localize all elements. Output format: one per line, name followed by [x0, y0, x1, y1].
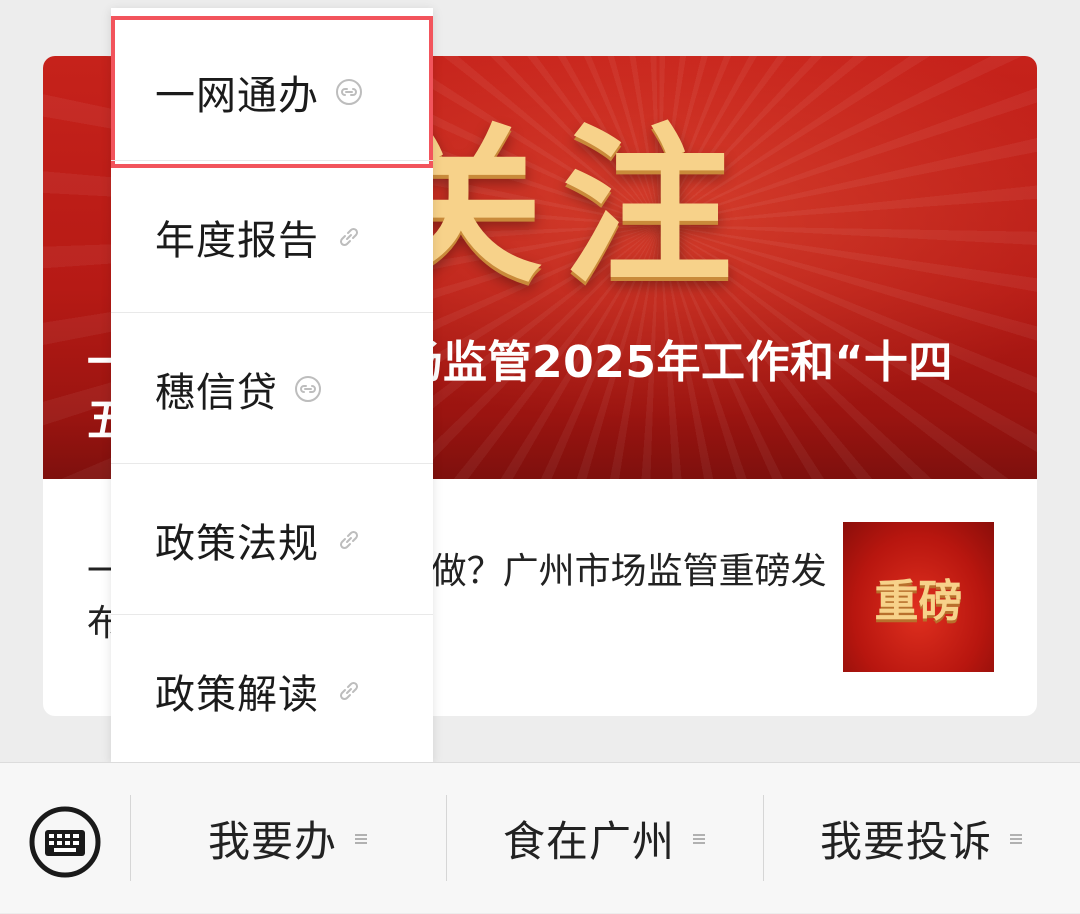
article-thumbnail[interactable]: 重磅 [843, 522, 994, 672]
menu-item-label: 年度报告 [155, 217, 319, 264]
tab-shizaiguangzhou[interactable]: 食在广州 [447, 763, 763, 914]
menu-item-label: 政策法规 [155, 520, 319, 567]
link-icon [339, 681, 359, 700]
menu-item-zhengcejiedu[interactable]: 政策解读 [111, 614, 433, 766]
menu-lines-icon [355, 833, 367, 844]
bottom-menu-bar: 我要办 食在广州 我要投诉 [0, 762, 1080, 913]
link-icon [339, 227, 359, 246]
mini-program-icon [336, 79, 362, 105]
menu-item-label: 穗信贷 [155, 369, 278, 416]
tab-woyaotousu[interactable]: 我要投诉 [764, 763, 1080, 914]
link-icon [339, 530, 359, 549]
menu-item-suixindai[interactable]: 穗信贷 [111, 312, 433, 464]
dropdown-menu: 一网通办 年度报告 穗信贷 政策法规 政策解读 [111, 8, 433, 762]
menu-item-label: 政策解读 [155, 671, 319, 718]
mini-program-icon [295, 375, 321, 402]
menu-lines-icon [693, 833, 705, 844]
banner-big-text-right: 注 [562, 109, 733, 307]
tab-label: 我要办 [207, 817, 337, 866]
tab-label: 食在广州 [502, 817, 675, 866]
menu-item-yiwangtongban[interactable]: 一网通办 [111, 16, 433, 168]
thumbnail-text: 重磅 [874, 576, 963, 627]
tab-woyaoban[interactable]: 我要办 [131, 763, 446, 914]
menu-item-zhengcefagui[interactable]: 政策法规 [111, 463, 433, 615]
tab-label: 我要投诉 [819, 817, 992, 866]
menu-item-label: 一网通办 [155, 73, 319, 119]
menu-lines-icon [1010, 833, 1022, 844]
keyboard-icon[interactable] [28, 805, 102, 879]
menu-item-niandubaogao[interactable]: 年度报告 [111, 160, 433, 312]
